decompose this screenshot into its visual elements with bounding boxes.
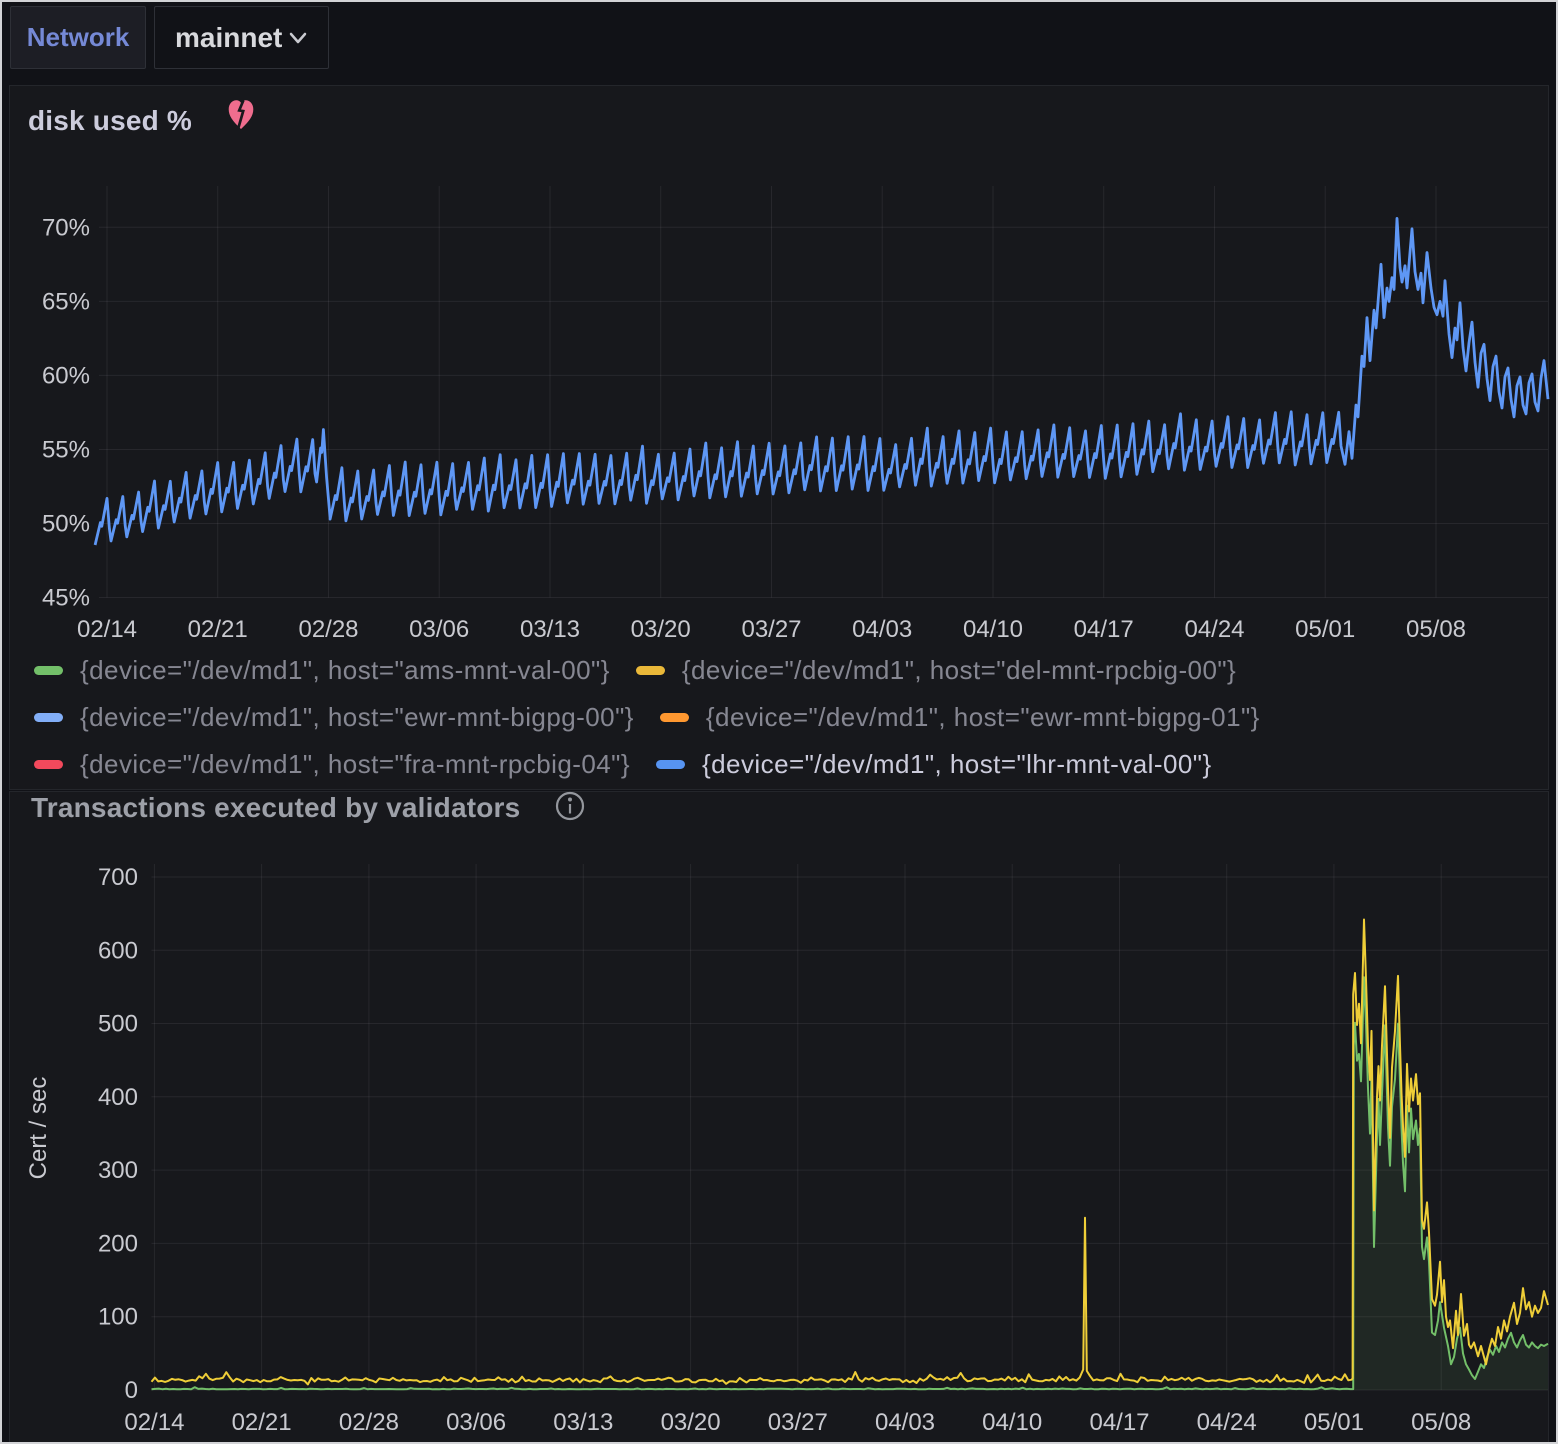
svg-text:04/17: 04/17: [1089, 1409, 1149, 1436]
svg-text:04/10: 04/10: [982, 1409, 1042, 1436]
svg-text:03/13: 03/13: [520, 616, 580, 643]
svg-text:02/28: 02/28: [339, 1409, 399, 1436]
svg-text:04/03: 04/03: [875, 1409, 935, 1436]
svg-text:600: 600: [98, 937, 138, 964]
svg-text:05/08: 05/08: [1406, 616, 1466, 643]
svg-text:05/01: 05/01: [1304, 1409, 1364, 1436]
svg-text:50%: 50%: [42, 511, 90, 538]
svg-text:03/13: 03/13: [553, 1409, 613, 1436]
svg-text:04/24: 04/24: [1184, 616, 1244, 643]
svg-text:100: 100: [98, 1304, 138, 1331]
svg-text:04/03: 04/03: [852, 616, 912, 643]
svg-text:02/14: 02/14: [124, 1409, 184, 1436]
svg-text:04/10: 04/10: [963, 616, 1023, 643]
svg-text:05/08: 05/08: [1411, 1409, 1471, 1436]
svg-text:03/06: 03/06: [446, 1409, 506, 1436]
svg-text:02/21: 02/21: [188, 616, 248, 643]
svg-text:03/27: 03/27: [741, 616, 801, 643]
svg-text:03/27: 03/27: [768, 1409, 828, 1436]
svg-text:70%: 70%: [42, 214, 90, 241]
svg-text:500: 500: [98, 1011, 138, 1038]
svg-text:04/17: 04/17: [1074, 616, 1134, 643]
svg-text:03/20: 03/20: [661, 1409, 721, 1436]
svg-text:55%: 55%: [42, 437, 90, 464]
svg-text:300: 300: [98, 1157, 138, 1184]
svg-text:03/20: 03/20: [631, 616, 691, 643]
svg-text:45%: 45%: [42, 585, 90, 612]
svg-text:03/06: 03/06: [409, 616, 469, 643]
svg-text:200: 200: [98, 1230, 138, 1257]
svg-text:65%: 65%: [42, 288, 90, 315]
svg-text:05/01: 05/01: [1295, 616, 1355, 643]
svg-text:02/28: 02/28: [298, 616, 358, 643]
svg-text:700: 700: [98, 864, 138, 891]
svg-text:02/14: 02/14: [77, 616, 137, 643]
svg-text:400: 400: [98, 1084, 138, 1111]
svg-text:02/21: 02/21: [232, 1409, 292, 1436]
svg-text:0: 0: [125, 1377, 138, 1404]
svg-text:04/24: 04/24: [1197, 1409, 1257, 1436]
svg-text:60%: 60%: [42, 362, 90, 389]
